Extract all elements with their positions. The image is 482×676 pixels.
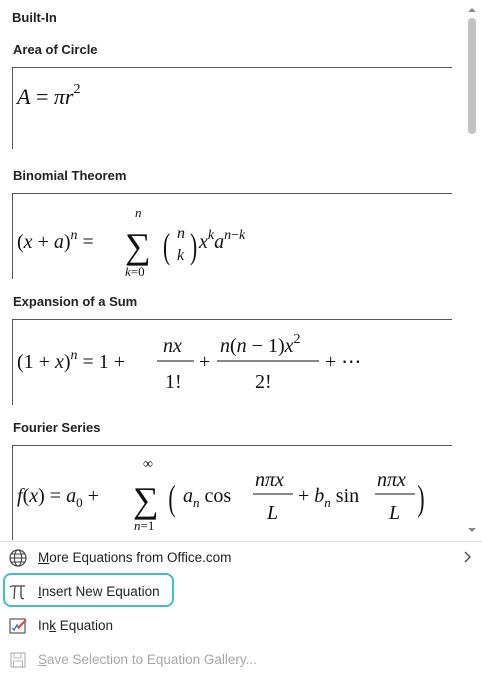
svg-text:nx: nx	[163, 335, 182, 357]
menu-item-more-equations[interactable]: More Equations from Office.com	[0, 542, 482, 574]
svg-text:(: (	[163, 228, 170, 267]
chevron-right-icon	[464, 551, 471, 563]
svg-text:f(x) = a0 +: f(x) = a0 +	[17, 485, 99, 510]
svg-text:1!: 1!	[165, 371, 182, 393]
svg-text:): )	[190, 228, 197, 267]
equation-preview-area-of-circle: A = πr2	[15, 82, 80, 109]
svg-text:L: L	[266, 502, 278, 524]
svg-text:n(n − 1)x2: n(n − 1)x2	[220, 332, 301, 357]
svg-text:L: L	[388, 502, 400, 524]
save-disk-icon	[10, 652, 26, 668]
menu-item-label: Save Selection to Equation Gallery...	[38, 652, 257, 667]
svg-text:): )	[417, 480, 424, 519]
svg-text:(1 + x)n = 1 +: (1 + x)n = 1 +	[17, 348, 125, 373]
svg-text:+: +	[199, 351, 210, 373]
svg-text:∑: ∑	[125, 226, 151, 266]
svg-text:an cos: an cos	[183, 485, 231, 510]
scroll-up-arrow-icon[interactable]	[466, 4, 478, 16]
equation-title-binomial-theorem: Binomial Theorem	[13, 168, 127, 183]
equation-item-fourier-series[interactable]: f(x) = a0 + ∞ ∑ n=1 ( an cos nπx L + bn …	[12, 445, 452, 540]
equation-preview-expansion-of-a-sum: (1 + x)n = 1 + nx 1! + n(n − 1)x2 2! + ⋯	[17, 332, 361, 393]
menu-item-save-selection: Save Selection to Equation Gallery...	[0, 644, 482, 676]
menu-item-ink-equation[interactable]: Ink Equation	[0, 610, 482, 642]
svg-text:(x + a)n =: (x + a)n =	[17, 228, 94, 253]
svg-text:(: (	[168, 480, 175, 519]
svg-text:nπx: nπx	[377, 469, 406, 491]
equation-item-binomial-theorem[interactable]: (x + a)n = n ∑ k=0 ( n k ) xkan−k	[12, 193, 452, 279]
scroll-thumb[interactable]	[468, 18, 476, 134]
svg-text:n: n	[135, 205, 142, 220]
svg-text:A = πr2: A = πr2	[15, 82, 80, 109]
svg-text:∞: ∞	[143, 457, 153, 472]
menu-item-label: More Equations from Office.com	[38, 550, 232, 565]
globe-icon	[9, 549, 27, 567]
svg-text:n=1: n=1	[134, 518, 154, 533]
equation-title-area-of-circle: Area of Circle	[13, 42, 98, 57]
svg-text:+ bn sin: + bn sin	[298, 485, 359, 510]
svg-text:+ ⋯: + ⋯	[325, 351, 361, 373]
svg-text:nπx: nπx	[255, 469, 284, 491]
gallery-scrollbar[interactable]	[462, 0, 482, 540]
svg-text:k=0: k=0	[125, 264, 145, 279]
equation-preview-binomial-theorem: (x + a)n = n ∑ k=0 ( n k ) xkan−k	[17, 205, 246, 279]
equation-gallery: Built-In Area of Circle A = πr2 Binomial…	[0, 0, 462, 540]
svg-text:∑: ∑	[133, 480, 159, 520]
equation-item-area-of-circle[interactable]: A = πr2	[12, 67, 452, 149]
scroll-down-arrow-icon[interactable]	[466, 524, 478, 536]
svg-text:n: n	[177, 225, 185, 242]
svg-text:xkan−k: xkan−k	[198, 228, 246, 253]
equation-item-expansion-of-a-sum[interactable]: (1 + x)n = 1 + nx 1! + n(n − 1)x2 2! + ⋯	[12, 319, 452, 405]
highlight-outline	[3, 573, 174, 607]
section-header-built-in: Built-In	[12, 10, 57, 25]
equation-title-expansion-of-a-sum: Expansion of a Sum	[13, 294, 138, 309]
equation-preview-fourier-series: f(x) = a0 + ∞ ∑ n=1 ( an cos nπx L + bn …	[17, 457, 425, 533]
svg-text:2!: 2!	[255, 371, 272, 393]
ink-equation-icon	[9, 618, 27, 634]
svg-text:k: k	[177, 247, 185, 264]
equation-title-fourier-series: Fourier Series	[13, 420, 101, 435]
menu-item-label: Ink Equation	[38, 618, 114, 633]
